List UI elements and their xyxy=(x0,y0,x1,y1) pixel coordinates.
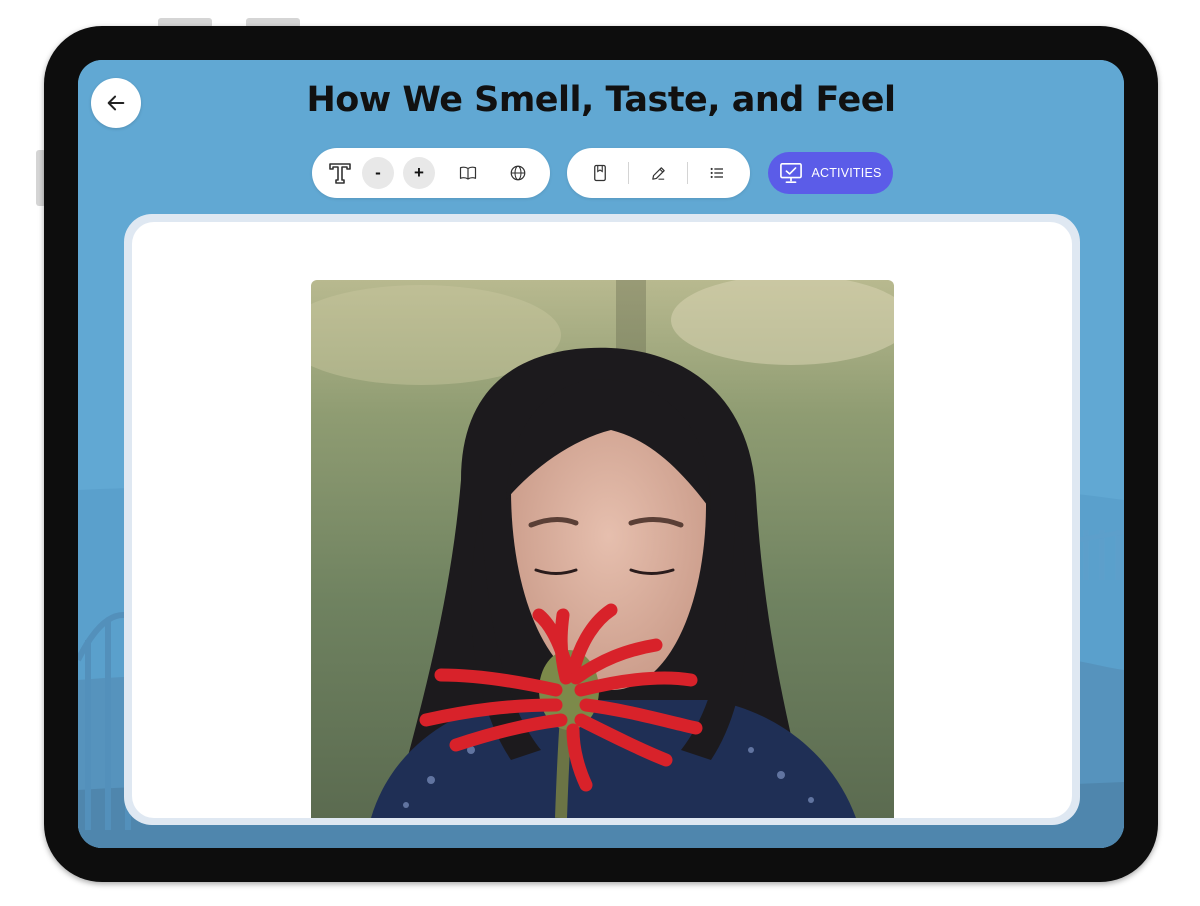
content-card xyxy=(132,222,1072,818)
text-size-button[interactable] xyxy=(324,157,356,189)
bookmark-button[interactable] xyxy=(584,157,616,189)
globe-icon xyxy=(510,165,526,181)
open-book-icon xyxy=(459,166,477,180)
activities-label: ACTIVITIES xyxy=(811,166,882,180)
toolbar-divider xyxy=(687,162,688,184)
reader-mode-button[interactable] xyxy=(452,157,484,189)
table-of-contents-button[interactable] xyxy=(701,157,733,189)
list-icon xyxy=(710,167,723,179)
reading-tools-group: - + xyxy=(312,148,550,198)
increase-text-button[interactable]: + xyxy=(403,157,435,189)
text-size-icon xyxy=(329,163,351,184)
bookmark-icon xyxy=(594,164,606,182)
monitor-check-icon xyxy=(780,163,803,183)
page-title: How We Smell, Taste, and Feel xyxy=(306,80,896,120)
decrease-text-button[interactable]: - xyxy=(362,157,394,189)
activities-button[interactable]: ACTIVITIES xyxy=(768,152,893,194)
app-screen: How We Smell, Taste, and Feel - + ACTIVI… xyxy=(78,60,1124,848)
toolbar-divider xyxy=(628,162,629,184)
language-button[interactable] xyxy=(502,157,534,189)
pencil-icon xyxy=(651,166,665,180)
girl-smelling-flower-photo xyxy=(311,280,894,818)
study-tools-group xyxy=(567,148,750,198)
annotate-button[interactable] xyxy=(642,157,674,189)
